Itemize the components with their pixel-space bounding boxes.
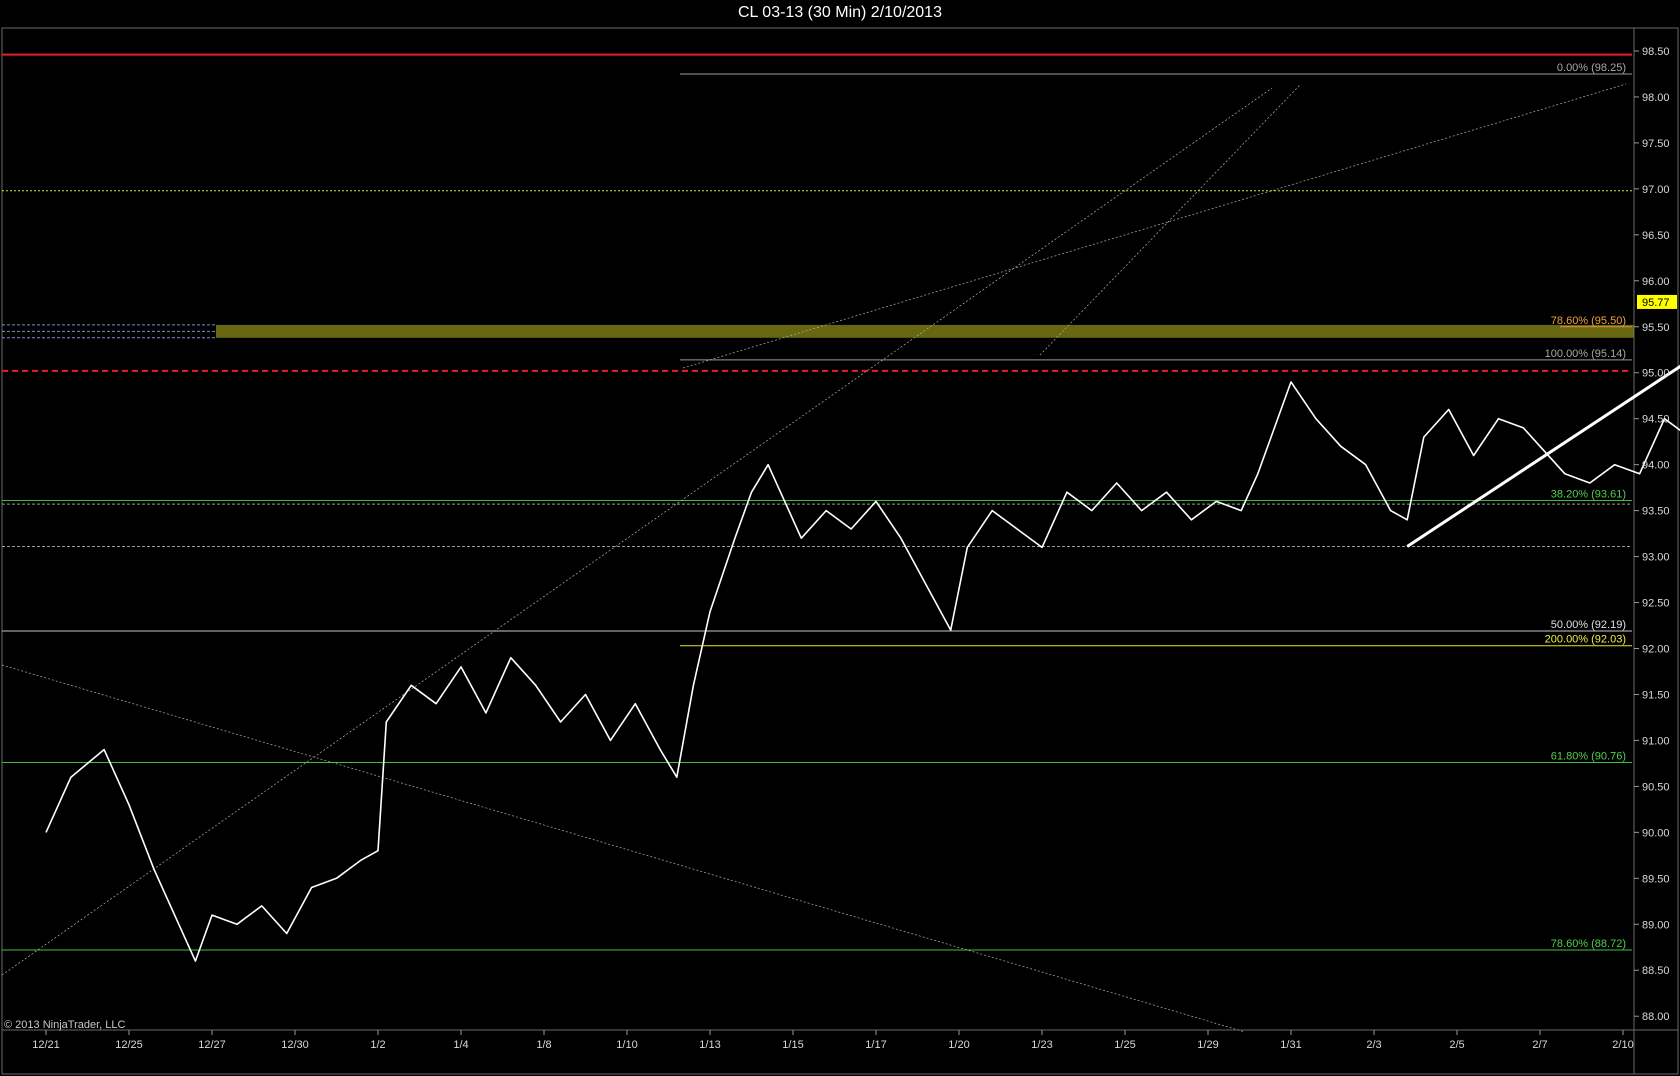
x-tick-label: 1/29 [1197,1039,1218,1051]
x-axis: 12/21 12/25 12/27 12/30 1/2 1/4 1/8 1/10 1/13 1/1… [32,1030,1634,1051]
trend-line [1039,84,1301,356]
x-tick-label: 1/25 [1114,1039,1135,1051]
level-label: 50.00% (92.19) [1551,619,1626,631]
level-label: 78.60% (88.72) [1551,938,1626,950]
x-tick-label: 1/13 [699,1039,720,1051]
y-tick-label: 89.50 [1642,873,1670,885]
y-tick-label: 95.00 [1642,368,1670,380]
x-tick-label: 1/10 [616,1039,637,1051]
plot-border [1,27,1679,1075]
x-tick-label: 1/2 [370,1039,385,1051]
y-tick-label: 89.00 [1642,919,1670,931]
x-tick-label: 1/23 [1031,1039,1052,1051]
trend-line [1,87,1273,976]
y-axis: 88.00 88.50 89.00 89.50 90.00 90.50 91.00 91.50… [1634,46,1677,1023]
zone-band [216,324,1634,338]
level-label: 38.20% (93.61) [1551,489,1626,501]
x-tick-label: 2/10 [1612,1039,1633,1051]
pattern-drawings [1406,364,1680,548]
price-series [45,381,1680,962]
y-tick-label: 98.50 [1642,46,1670,58]
x-tick-label: 12/30 [281,1039,309,1051]
x-tick-label: 1/8 [536,1039,551,1051]
y-tick-label: 90.00 [1642,827,1670,839]
pattern-zigzag [1406,364,1680,548]
horizontal-levels [2,53,1632,951]
y-tick-label: 91.00 [1642,735,1670,747]
level-label: 78.60% (95.50) [1551,315,1626,327]
y-tick-label: 90.50 [1642,781,1670,793]
level-label: 61.80% (90.76) [1551,750,1626,762]
price-line [45,381,1680,962]
x-tick-label: 12/27 [198,1039,226,1051]
y-tick-label: 91.50 [1642,689,1670,701]
level-labels: 38.20% (93.61) 61.80% (90.76) 78.60% (88.7… [1545,62,1626,950]
x-tick-label: 1/15 [782,1039,803,1051]
copyright-text: © 2013 NinjaTrader, LLC [4,1019,125,1031]
y-tick-label: 97.00 [1642,184,1670,196]
x-tick-label: 12/21 [32,1039,60,1051]
y-tick-label: 92.50 [1642,598,1670,610]
y-tick-label: 95.50 [1642,322,1670,334]
y-tick-label: 98.00 [1642,92,1670,104]
y-tick-label: 96.00 [1642,276,1670,288]
y-tick-label: 97.50 [1642,138,1670,150]
x-tick-label: 2/5 [1449,1039,1464,1051]
y-tick-label: 94.00 [1642,460,1670,472]
y-tick-label: 88.00 [1642,1011,1670,1023]
y-tick-label: 96.50 [1642,230,1670,242]
x-tick-label: 1/4 [453,1039,468,1051]
x-tick-label: 12/25 [115,1039,143,1051]
level-label: 0.00% (98.25) [1557,62,1626,74]
x-tick-label: 1/20 [948,1039,969,1051]
y-tick-label: 92.00 [1642,644,1670,656]
y-tick-label: 93.00 [1642,552,1670,564]
x-tick-label: 2/7 [1532,1039,1547,1051]
current-price-label: 95.77 [1642,297,1670,309]
x-tick-label: 1/31 [1280,1039,1301,1051]
level-label: 100.00% (95.14) [1545,348,1626,360]
x-tick-label: 1/17 [865,1039,886,1051]
chart-frame [1,27,1679,1075]
support-zone [2,324,1634,339]
y-tick-label: 88.50 [1642,965,1670,977]
trend-lines [1,83,1627,1033]
y-tick-label: 94.50 [1642,414,1670,426]
x-tick-label: 2/3 [1366,1039,1381,1051]
y-tick-label: 93.50 [1642,506,1670,518]
price-chart[interactable]: 88.00 88.50 89.00 89.50 90.00 90.50 91.00 91.50… [0,0,1680,1076]
level-label: 200.00% (92.03) [1545,634,1626,646]
